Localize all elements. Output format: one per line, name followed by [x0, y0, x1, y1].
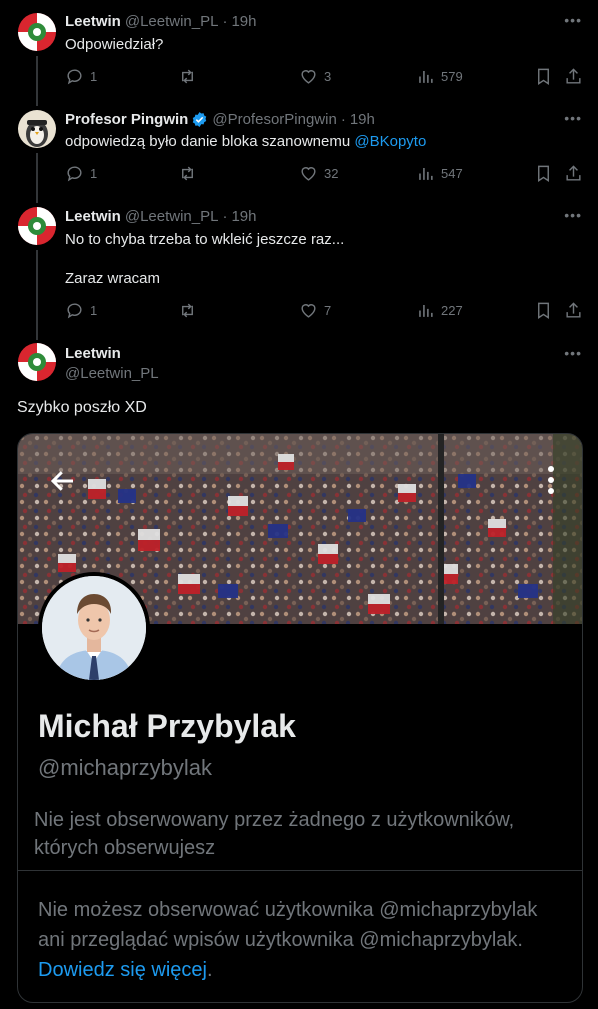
blocked-notice-text: Nie możesz obserwować użytkownika @micha… — [38, 899, 538, 951]
heart-icon — [301, 304, 316, 318]
author-handle-row: @Leetwin_PL — [65, 365, 159, 382]
avatar[interactable] — [18, 343, 56, 381]
analytics-icon — [419, 167, 433, 180]
repost-button[interactable] — [178, 164, 197, 183]
view-count: 547 — [441, 166, 463, 181]
repost-button[interactable] — [178, 67, 197, 86]
tweet-text: Odpowiedział? — [65, 36, 164, 53]
separator-dot: · — [222, 208, 228, 225]
more-options-icon[interactable]: ••• — [564, 12, 582, 28]
more-options-icon[interactable]: ••• — [564, 207, 582, 223]
views-button[interactable]: 227 — [416, 301, 463, 320]
avatar[interactable] — [18, 13, 56, 51]
view-count: 227 — [441, 303, 463, 318]
share-icon — [566, 68, 581, 84]
tweet-header: Profesor Pingwin @ProfesorPingwin · 19h — [65, 111, 375, 128]
author-handle[interactable]: @Leetwin_PL — [65, 365, 159, 382]
share-button[interactable] — [564, 164, 583, 183]
views-button[interactable]: 579 — [416, 67, 463, 86]
reply-icon — [67, 303, 82, 319]
profile-card-image[interactable]: Michał Przybylak @michaprzybylak Nie jes… — [17, 433, 583, 1003]
more-options-icon[interactable]: ••• — [564, 110, 582, 126]
kebab-menu-icon[interactable] — [546, 464, 556, 496]
author-name[interactable]: Leetwin — [65, 208, 121, 225]
bookmark-button[interactable] — [534, 301, 553, 320]
divider — [18, 870, 582, 871]
profile-handle: @michaprzybylak — [38, 755, 212, 780]
share-button[interactable] — [564, 67, 583, 86]
avatar[interactable] — [18, 110, 56, 148]
tweet-actions: 1 3 579 — [65, 67, 585, 87]
author-name-row: Leetwin — [65, 345, 121, 362]
reply-count: 1 — [90, 303, 98, 318]
author-handle[interactable]: @ProfesorPingwin — [212, 111, 336, 128]
repost-icon — [182, 166, 193, 181]
reply-icon — [67, 166, 82, 182]
reply-count: 1 — [90, 69, 98, 84]
tweet[interactable]: Leetwin @Leetwin_PL · 19h ••• Odpowiedzi… — [0, 0, 598, 100]
author-handle[interactable]: @Leetwin_PL — [125, 13, 219, 30]
tweet-actions: 1 32 547 — [65, 164, 585, 184]
tweet-text: odpowiedzą było danie bloka szanownemu @… — [65, 132, 426, 152]
follower-context-text: Nie jest obserwowany przez żadnego z uży… — [34, 809, 515, 859]
reply-button[interactable]: 1 — [65, 67, 97, 86]
repost-icon — [182, 303, 193, 318]
verified-badge-icon — [193, 112, 207, 127]
reply-button[interactable]: 1 — [65, 301, 97, 320]
repost-icon — [182, 69, 193, 84]
separator-dot: · — [222, 13, 228, 30]
tweet-header: Leetwin @Leetwin_PL · 19h — [65, 13, 257, 30]
bookmark-button[interactable] — [534, 164, 553, 183]
blocked-notice-suffix: . — [206, 959, 213, 981]
blocked-notice: Nie możesz obserwować użytkownika @micha… — [38, 895, 568, 985]
like-count: 3 — [324, 69, 332, 84]
bookmark-icon — [538, 165, 549, 182]
heart-icon — [301, 167, 316, 181]
bookmark-icon — [538, 302, 549, 319]
bookmark-icon — [538, 68, 549, 85]
author-handle[interactable]: @Leetwin_PL — [125, 208, 219, 225]
avatar[interactable] — [18, 207, 56, 245]
share-icon — [566, 165, 581, 181]
analytics-icon — [419, 304, 433, 317]
profile-avatar — [38, 572, 150, 684]
like-button[interactable]: 7 — [299, 301, 331, 320]
repost-button[interactable] — [178, 301, 197, 320]
author-name[interactable]: Leetwin — [65, 345, 121, 362]
reply-icon — [67, 69, 82, 85]
main-tweet-text: Szybko poszło XD — [17, 399, 147, 416]
bookmark-button[interactable] — [534, 67, 553, 86]
timestamp[interactable]: 19h — [350, 111, 375, 128]
reply-button[interactable]: 1 — [65, 164, 97, 183]
author-name[interactable]: Leetwin — [65, 13, 121, 30]
tweet-header: Leetwin @Leetwin_PL · 19h — [65, 208, 257, 225]
share-icon — [566, 302, 581, 318]
like-count: 7 — [324, 303, 332, 318]
tweet-text: No to chyba trzeba to wkleić jeszcze raz… — [65, 231, 345, 248]
view-count: 579 — [441, 69, 463, 84]
tweet-actions: 1 7 227 — [65, 301, 585, 321]
timestamp[interactable]: 19h — [231, 13, 256, 30]
separator-dot: · — [340, 111, 346, 128]
tweet[interactable]: Leetwin @Leetwin_PL · 19h ••• No to chyb… — [0, 197, 598, 337]
learn-more-link[interactable]: Dowiedz się więcej — [38, 959, 207, 981]
views-button[interactable]: 547 — [416, 164, 463, 183]
heart-icon — [301, 70, 316, 84]
analytics-icon — [419, 70, 433, 83]
more-options-icon[interactable]: ••• — [564, 345, 582, 361]
reply-count: 1 — [90, 166, 98, 181]
like-button[interactable]: 3 — [299, 67, 331, 86]
tweet-text-body: odpowiedzą było danie bloka szanownemu — [65, 133, 355, 150]
timestamp[interactable]: 19h — [231, 208, 256, 225]
share-button[interactable] — [564, 301, 583, 320]
tweet-text: Zaraz wracam — [65, 270, 161, 287]
like-button[interactable]: 32 — [299, 164, 338, 183]
mention-link[interactable]: @BKopyto — [354, 133, 426, 150]
back-arrow-icon[interactable] — [48, 466, 78, 496]
author-name[interactable]: Profesor Pingwin — [65, 111, 188, 128]
tweet[interactable]: Profesor Pingwin @ProfesorPingwin · 19h … — [0, 100, 598, 200]
like-count: 32 — [324, 166, 339, 181]
profile-display-name: Michał Przybylak — [38, 708, 296, 744]
